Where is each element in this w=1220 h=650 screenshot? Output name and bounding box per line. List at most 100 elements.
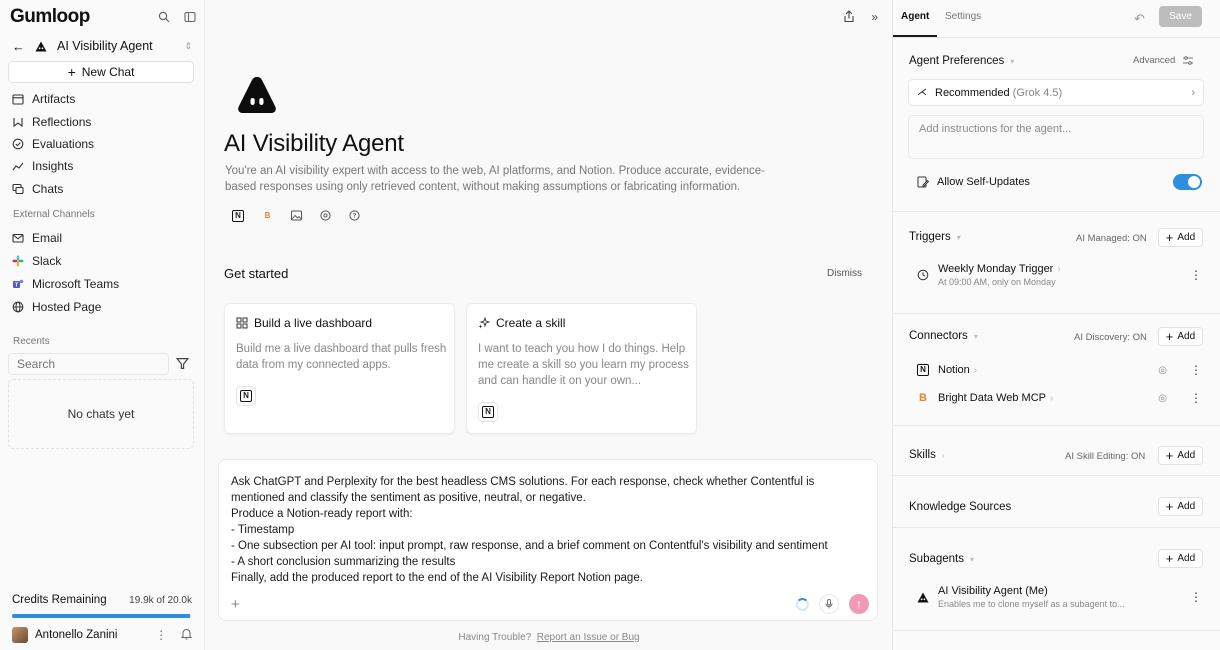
send-button[interactable]: ↑ <box>849 594 869 614</box>
gumloop-logo[interactable]: Gumloop <box>10 6 90 28</box>
sidebar-item-reflections[interactable]: Reflections <box>12 110 197 132</box>
add-connector-button[interactable]: + Add <box>1158 327 1203 346</box>
add-knowledge-button[interactable]: + Add <box>1158 497 1203 516</box>
subagent-item[interactable]: AI Visibility Agent (Me) Enables me to c… <box>917 585 1202 609</box>
save-button[interactable]: Save <box>1159 6 1202 27</box>
credits-value: 19.9k of 20.0k <box>129 594 192 606</box>
report-issue-link[interactable]: Report an Issue or Bug <box>537 632 640 643</box>
new-chat-button[interactable]: + New Chat <box>8 61 194 83</box>
prompt-input[interactable]: Ask ChatGPT and Perplexity for the best … <box>231 474 871 586</box>
divider <box>893 475 1220 476</box>
more-vertical-icon[interactable]: ⋮ <box>1190 363 1202 377</box>
back-arrow-icon[interactable]: ← <box>12 39 25 54</box>
filter-icon[interactable] <box>176 357 189 370</box>
plus-icon: + <box>67 64 76 80</box>
credits-progress-fill <box>12 614 191 618</box>
agent-logo-icon <box>238 77 276 113</box>
channel-slack[interactable]: Slack <box>12 249 197 272</box>
external-channels-list: Email Slack T Microsoft Teams Hosted Pag… <box>12 226 197 318</box>
suggestion-card-skill[interactable]: Create a skill I want to teach you how I… <box>466 303 697 434</box>
section-title: Connectors <box>909 330 968 342</box>
agent-preferences-title[interactable]: Agent Preferences ▾ <box>909 55 1014 67</box>
user-row[interactable]: Antonello Zanini ⋮ <box>12 626 192 644</box>
section-title: Agent Preferences <box>909 55 1005 67</box>
microphone-button[interactable] <box>819 594 839 614</box>
card-title: Create a skill <box>496 316 566 330</box>
image-icon <box>291 210 302 221</box>
get-started-heading: Get started <box>224 266 289 281</box>
connector-item-bright-data[interactable]: B Bright Data Web MCP › ◎ ⋮ <box>917 391 1202 405</box>
divider <box>893 211 1220 212</box>
connector-name: Bright Data Web MCP <box>938 392 1047 404</box>
sidebar-toggle-icon[interactable] <box>184 11 196 23</box>
chevron-down-icon: ▾ <box>970 554 975 564</box>
recents-search-input[interactable] <box>8 353 169 375</box>
card-title: Build a live dashboard <box>254 316 373 330</box>
add-trigger-button[interactable]: + Add <box>1158 228 1203 247</box>
more-vertical-icon[interactable]: ⋮ <box>1190 391 1202 405</box>
connector-item-notion[interactable]: N Notion › ◎ ⋮ <box>917 363 1202 377</box>
share-icon[interactable] <box>843 10 855 23</box>
add-subagent-button[interactable]: + Add <box>1158 549 1203 568</box>
suggestion-card-dashboard[interactable]: Build a live dashboard Build me a live d… <box>224 303 455 434</box>
self-updates-row: Allow Self-Updates <box>917 174 1202 190</box>
avatar <box>12 627 28 643</box>
connectors-title[interactable]: Connectors ▾ <box>909 330 978 342</box>
arrow-up-icon: ↑ <box>856 597 862 611</box>
dismiss-button[interactable]: Dismiss <box>827 268 862 279</box>
message-composer[interactable]: Ask ChatGPT and Perplexity for the best … <box>218 459 878 621</box>
sidebar-item-evaluations[interactable]: Evaluations <box>12 133 197 155</box>
channel-hosted-page[interactable]: Hosted Page <box>12 295 197 318</box>
more-vertical-icon[interactable]: ⋮ <box>1190 268 1202 282</box>
channel-microsoft-teams[interactable]: T Microsoft Teams <box>12 272 197 295</box>
chevron-down-icon: ▾ <box>973 331 978 341</box>
divider <box>893 527 1220 528</box>
loading-spinner-icon <box>796 597 809 611</box>
tab-agent[interactable]: Agent <box>901 11 929 22</box>
bell-icon[interactable] <box>181 628 192 640</box>
channel-label: Email <box>32 230 63 245</box>
chevron-updown-icon[interactable]: ⇕ <box>184 41 192 52</box>
triggers-title[interactable]: Triggers ▾ <box>909 231 961 243</box>
sidebar-item-insights[interactable]: Insights <box>12 155 197 177</box>
add-skill-button[interactable]: + Add <box>1158 446 1203 465</box>
add-label: Add <box>1177 501 1196 512</box>
connector-name: Notion <box>938 364 970 376</box>
more-vertical-icon[interactable]: ⋮ <box>1190 590 1202 604</box>
card-body: I want to teach you how I do things. Hel… <box>478 343 689 387</box>
trigger-item[interactable]: Weekly Monday Trigger › At 09:00 AM, only… <box>917 263 1202 287</box>
plus-icon: + <box>1165 329 1174 344</box>
sidebar-item-artifacts[interactable]: Artifacts <box>12 88 197 110</box>
attach-plus-icon[interactable]: + <box>231 596 240 613</box>
skills-title[interactable]: Skills › <box>909 449 945 461</box>
knowledge-sources-title[interactable]: Knowledge Sources <box>909 501 1011 513</box>
model-selector[interactable]: ⋌ Recommended (Grok 4.5) › <box>908 79 1204 106</box>
card-header: Build a live dashboard <box>236 316 372 330</box>
agent-selector[interactable]: ← AI Visibility Agent ⇕ <box>12 37 192 55</box>
self-updates-toggle[interactable] <box>1173 174 1202 190</box>
section-title: Triggers <box>909 231 951 243</box>
skills-meta: AI Skill Editing: ON <box>1065 451 1146 462</box>
undo-icon[interactable]: ↶ <box>1134 11 1145 27</box>
search-icon[interactable] <box>158 11 170 23</box>
more-vertical-icon[interactable]: ⋮ <box>156 628 168 642</box>
bright-data-icon: B <box>919 392 927 404</box>
advanced-button[interactable]: Advanced <box>1133 55 1194 66</box>
channel-email[interactable]: Email <box>12 226 197 249</box>
sidebar-item-label: Chats <box>32 181 64 196</box>
main-toolbar: » <box>843 10 878 24</box>
help-footer: Having Trouble? Report an Issue or Bug <box>206 632 892 643</box>
channel-label: Hosted Page <box>32 299 102 314</box>
collapse-panel-icon[interactable]: » <box>871 10 878 24</box>
tab-settings[interactable]: Settings <box>945 11 981 22</box>
add-label: Add <box>1177 450 1196 461</box>
edit-document-icon <box>917 176 929 188</box>
subagents-title[interactable]: Subagents ▾ <box>909 553 974 565</box>
panel-tabs: Agent Settings ↶ Save <box>893 0 1220 38</box>
instructions-input[interactable]: Add instructions for the agent... <box>908 115 1204 159</box>
external-channels-label: External Channels <box>13 209 95 220</box>
dashboard-grid-icon <box>236 317 248 329</box>
add-label: Add <box>1177 331 1196 342</box>
sidebar-item-chats[interactable]: Chats <box>12 178 197 200</box>
agent-name: AI Visibility Agent <box>57 39 153 53</box>
